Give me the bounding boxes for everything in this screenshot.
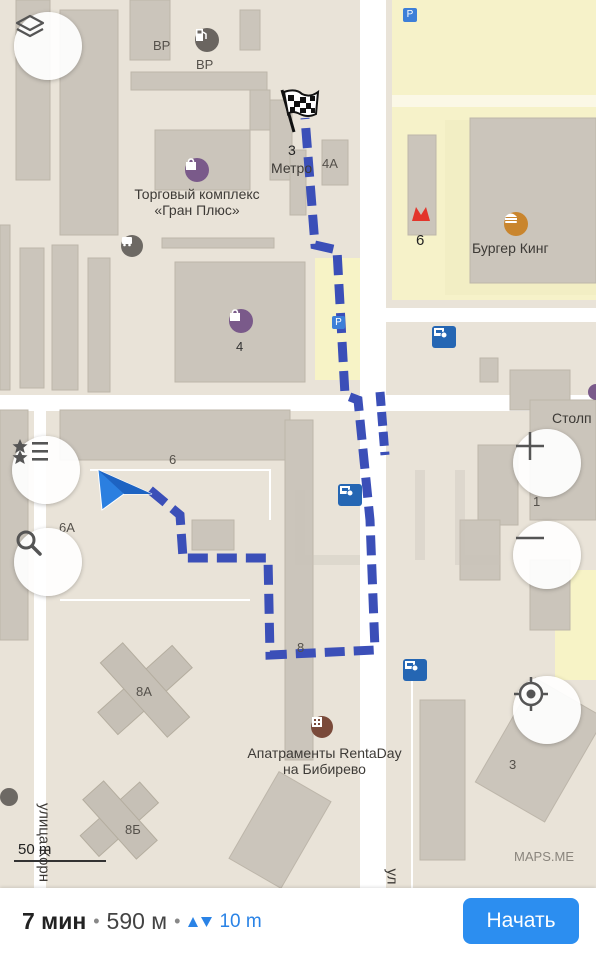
bookmarks-button[interactable] [12, 436, 80, 504]
route-summary-bar: 7 мин • 590 м • 10 m Начать [0, 888, 596, 960]
zoom-out-button[interactable] [513, 521, 581, 589]
plus-icon [516, 432, 544, 460]
search-icon [16, 530, 42, 556]
building-vr-label: ВР [153, 38, 171, 53]
gas-station-icon[interactable] [195, 28, 219, 52]
map-canvas[interactable]: ВР ВР P 3 Метро 4А Торговый комплекс «Гр… [0, 0, 596, 888]
metro-building-number: 3 [288, 142, 296, 158]
route-distance: 590 м [106, 908, 168, 934]
burger-king-label: Бургер Кинг [472, 240, 549, 256]
start-button[interactable]: Начать [463, 898, 579, 944]
hotel-label: Апатраменты RentaDay на Бибирево [247, 745, 402, 777]
search-button[interactable] [14, 528, 82, 596]
my-location-icon [514, 677, 548, 711]
scale-label: 50 m [18, 841, 52, 858]
metro-building-6-label: 6 [416, 232, 425, 249]
metro-label: Метро [271, 160, 313, 176]
my-location-button[interactable] [513, 676, 581, 744]
hotel-icon[interactable] [311, 716, 333, 738]
layers-button[interactable] [14, 12, 82, 80]
separator-dot: • [93, 911, 100, 931]
building-6-label: 6 [169, 452, 177, 467]
tram-stop-icon[interactable] [403, 659, 427, 681]
building-3-label: 3 [509, 757, 517, 772]
burger-icon[interactable] [504, 212, 528, 236]
maps-me-watermark: MAPS.ME [514, 849, 574, 864]
route-elevation: 10 m [219, 910, 262, 932]
bus-stop-icon[interactable] [121, 235, 143, 257]
bus-stop-icon[interactable] [0, 788, 18, 806]
separator-dot: • [174, 911, 181, 931]
bookmarks-list-icon [12, 439, 48, 464]
scale-bar [14, 860, 106, 862]
map-scale: 50 m [14, 838, 106, 868]
route-time: 7 мин [22, 908, 87, 934]
stolp-label: Столп [552, 410, 592, 426]
tram-stop-icon[interactable] [338, 484, 362, 506]
building-4a-label: 4А [322, 156, 338, 171]
gas-station-label: ВР [196, 57, 214, 72]
layers-icon [15, 14, 45, 38]
parking-icon: P [403, 8, 417, 22]
building-8b-label: 8Б [125, 822, 141, 837]
street-label-right: ул [383, 868, 401, 885]
mall-label: Торговый комплекс «Гран Плюс» [134, 186, 260, 218]
elevation-icon [187, 915, 213, 929]
shopping-bag-icon[interactable] [185, 158, 209, 182]
building-8a-label: 8А [136, 684, 152, 699]
minus-icon [516, 536, 544, 540]
building-4-label: 4 [236, 339, 244, 354]
parking-icon-mid: P [332, 316, 345, 329]
route-info: 7 мин • 590 м • 10 m [22, 908, 262, 935]
tram-stop-icon[interactable] [432, 326, 456, 348]
zoom-in-button[interactable] [513, 429, 581, 497]
shopping-bag-icon[interactable] [229, 309, 253, 333]
building-8-label: 8 [297, 640, 305, 655]
